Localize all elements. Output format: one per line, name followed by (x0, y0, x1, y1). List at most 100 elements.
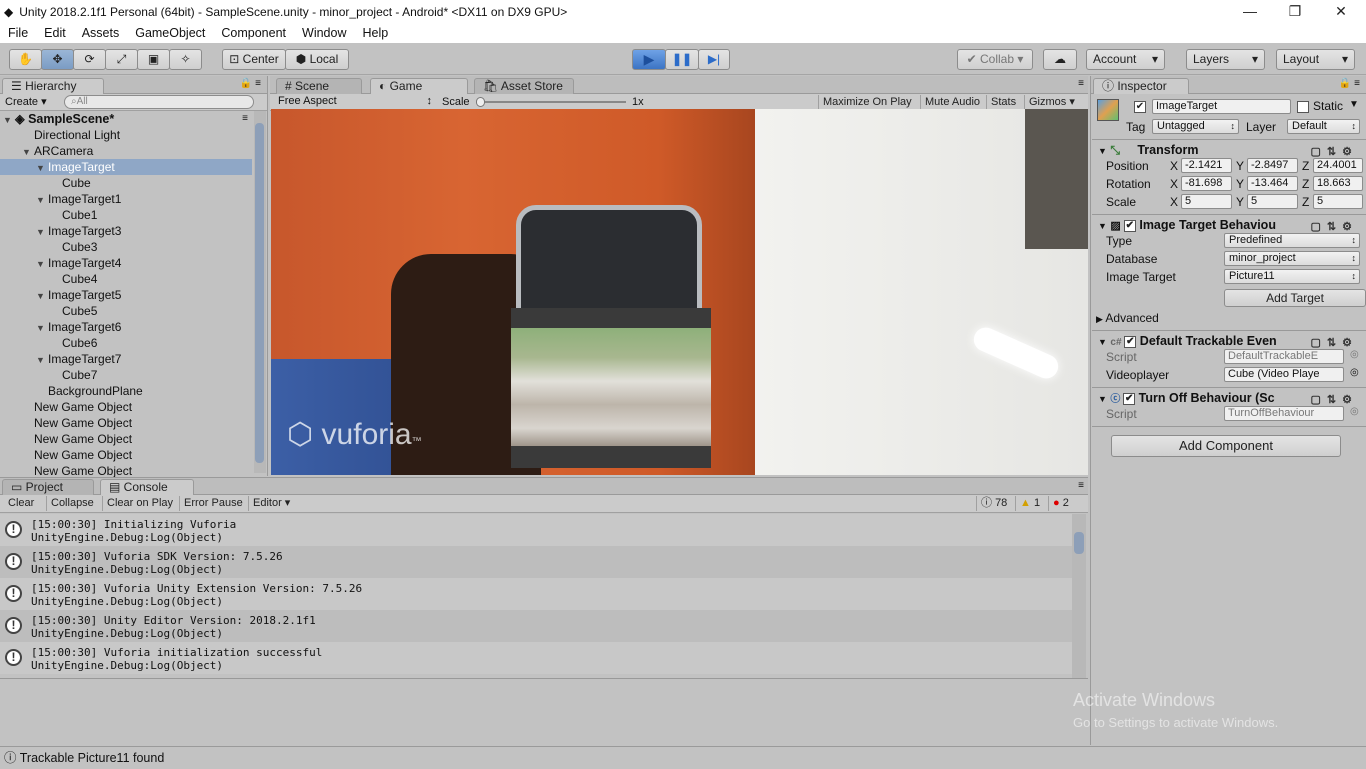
trackable-enabled-checkbox[interactable]: ✔ (1124, 335, 1137, 348)
menu-assets[interactable]: Assets (74, 26, 128, 40)
console-log-entry[interactable]: ! [15:00:30] Unity Editor Version: 2018.2… (0, 610, 1072, 642)
foldout-arrow-icon[interactable]: ▼ (36, 352, 48, 368)
warning-count-toggle[interactable]: ▲ 1 (1015, 496, 1044, 511)
hierarchy-item[interactable]: ▼ ImageTarget4 (0, 255, 252, 271)
tab-inspector[interactable]: ⓘ Inspector (1093, 78, 1189, 94)
scale-y-field[interactable]: 5 (1247, 194, 1298, 209)
hierarchy-item[interactable]: ▼ ImageTarget5 (0, 287, 252, 303)
menu-file[interactable]: File (0, 26, 36, 40)
object-picker-icon[interactable]: ◎ (1350, 349, 1359, 360)
rotation-x-field[interactable]: -81.698 (1181, 176, 1232, 191)
position-z-field[interactable]: 24.4001 (1313, 158, 1363, 173)
scene-root[interactable]: ▼ ◈ SampleScene* ≡ (0, 111, 252, 127)
info-count-toggle[interactable]: ⓘ 78 (976, 496, 1011, 511)
object-picker-icon[interactable]: ◎ (1350, 406, 1359, 417)
add-component-button[interactable]: Add Component (1111, 435, 1341, 457)
transform-tool-button[interactable]: ✧ (169, 49, 202, 70)
add-target-button[interactable]: Add Target (1224, 289, 1366, 307)
restore-button[interactable]: ❐ (1272, 0, 1318, 23)
object-name-field[interactable]: ImageTarget (1152, 99, 1291, 114)
pause-button[interactable]: ❚❚ (665, 49, 699, 70)
axis-label-z[interactable]: Z (1302, 159, 1309, 173)
hierarchy-item[interactable]: BackgroundPlane (0, 383, 252, 399)
hierarchy-item[interactable]: Directional Light (0, 127, 252, 143)
tab-hierarchy[interactable]: ☰ Hierarchy (2, 78, 104, 94)
gizmos-dropdown[interactable]: Gizmos ▾ (1024, 95, 1079, 110)
hierarchy-search-input[interactable]: ⌕All (64, 95, 254, 109)
pivot-center-button[interactable]: ⊡ Center (222, 49, 286, 70)
menu-window[interactable]: Window (294, 26, 354, 40)
transform-header[interactable]: ▼ ⤡ Transform ▢⇅⚙ (1092, 139, 1366, 159)
axis-label-y[interactable]: Y (1236, 177, 1244, 191)
axis-label-y[interactable]: Y (1236, 195, 1244, 209)
panel-menu-icon[interactable]: 🔒 ≡ (240, 78, 261, 89)
game-view[interactable]: ⬡ vuforia™ (271, 109, 1088, 475)
minimize-button[interactable]: — (1227, 0, 1273, 23)
collapse-toggle[interactable]: Collapse (46, 496, 98, 511)
turnoff-enabled-checkbox[interactable]: ✔ (1123, 392, 1136, 405)
hierarchy-item[interactable]: Cube (0, 175, 252, 191)
menu-help[interactable]: Help (354, 26, 396, 40)
turnoff-behaviour-header[interactable]: ▼ ⓒ ✔ Turn Off Behaviour (Sc ▢⇅⚙ (1092, 387, 1366, 407)
play-button[interactable]: ▶ (632, 49, 666, 70)
error-count-toggle[interactable]: ● 2 (1048, 496, 1073, 511)
static-dropdown-arrow[interactable]: ▼ (1349, 99, 1359, 110)
hierarchy-item[interactable]: ▼ ImageTarget (0, 159, 252, 175)
menu-component[interactable]: Component (213, 26, 294, 40)
hierarchy-item[interactable]: Cube4 (0, 271, 252, 287)
layers-dropdown[interactable]: Layers ▾ (1186, 49, 1265, 70)
scrollbar-thumb[interactable] (255, 123, 264, 463)
scrollbar-thumb[interactable] (1074, 532, 1084, 554)
clear-on-play-toggle[interactable]: Clear on Play (102, 496, 177, 511)
foldout-arrow-icon[interactable]: ▼ (22, 144, 34, 160)
database-dropdown[interactable]: minor_project (1224, 251, 1360, 266)
error-pause-toggle[interactable]: Error Pause (179, 496, 247, 511)
maximize-on-play-toggle[interactable]: Maximize On Play (818, 95, 916, 110)
axis-label-z[interactable]: Z (1302, 195, 1309, 209)
stats-toggle[interactable]: Stats (986, 95, 1020, 110)
close-button[interactable]: ✕ (1318, 0, 1364, 23)
tab-console[interactable]: ▤ Console (100, 479, 194, 495)
mute-audio-toggle[interactable]: Mute Audio (920, 95, 984, 110)
tab-scene[interactable]: # Scene (276, 78, 362, 94)
advanced-foldout[interactable]: ▶ Advanced (1096, 311, 1159, 325)
rotation-y-field[interactable]: -13.464 (1247, 176, 1298, 191)
panel-menu-icon[interactable]: 🔒 ≡ (1339, 78, 1360, 89)
menu-gameobject[interactable]: GameObject (127, 26, 213, 40)
axis-label-x[interactable]: X (1170, 195, 1178, 209)
console-log-entry[interactable]: ! [15:00:30] Vuforia initialization succe… (0, 642, 1072, 674)
editor-dropdown[interactable]: Editor ▾ (248, 496, 294, 511)
axis-label-y[interactable]: Y (1236, 159, 1244, 173)
create-dropdown[interactable]: Create ▾ (5, 95, 47, 108)
position-y-field[interactable]: -2.8497 (1247, 158, 1298, 173)
hierarchy-item[interactable]: New Game Object (0, 399, 252, 415)
space-local-button[interactable]: ⬢ Local (285, 49, 349, 70)
status-bar[interactable]: ⓘ Trackable Picture11 found (0, 746, 1366, 768)
panel-menu-icon[interactable]: ≡ (1078, 78, 1084, 89)
scale-slider[interactable] (476, 97, 626, 107)
type-dropdown[interactable]: Predefined (1224, 233, 1360, 248)
layer-dropdown[interactable]: Default (1287, 119, 1360, 134)
foldout-arrow-icon[interactable]: ▼ (36, 288, 48, 304)
image-target-enabled-checkbox[interactable]: ✔ (1123, 219, 1136, 232)
hierarchy-item[interactable]: ▼ ImageTarget1 (0, 191, 252, 207)
position-x-field[interactable]: -2.1421 (1181, 158, 1232, 173)
scale-slider-thumb[interactable] (476, 97, 485, 107)
rotate-tool-button[interactable]: ⟳ (73, 49, 106, 70)
axis-label-z[interactable]: Z (1302, 177, 1309, 191)
scale-x-field[interactable]: 5 (1181, 194, 1232, 209)
layout-dropdown[interactable]: Layout ▾ (1276, 49, 1355, 70)
rotation-z-field[interactable]: 18.663 (1313, 176, 1363, 191)
hierarchy-item[interactable]: ▼ ImageTarget6 (0, 319, 252, 335)
console-log-entry[interactable]: ! [15:00:30] Vuforia SDK Version: 7.5.26 U… (0, 546, 1072, 578)
account-dropdown[interactable]: Account ▾ (1086, 49, 1165, 70)
foldout-arrow-icon[interactable]: ▼ (36, 256, 48, 272)
hierarchy-scrollbar[interactable] (254, 111, 266, 473)
image-target-header[interactable]: ▼ ▨ ✔ Image Target Behaviou ▢⇅⚙ (1092, 214, 1366, 234)
hierarchy-item[interactable]: ▼ ARCamera (0, 143, 252, 159)
hierarchy-item[interactable]: New Game Object (0, 447, 252, 463)
hierarchy-item[interactable]: Cube3 (0, 239, 252, 255)
object-picker-icon[interactable]: ◎ (1350, 367, 1359, 378)
console-scrollbar[interactable] (1072, 514, 1086, 678)
foldout-arrow-icon[interactable]: ▼ (36, 320, 48, 336)
